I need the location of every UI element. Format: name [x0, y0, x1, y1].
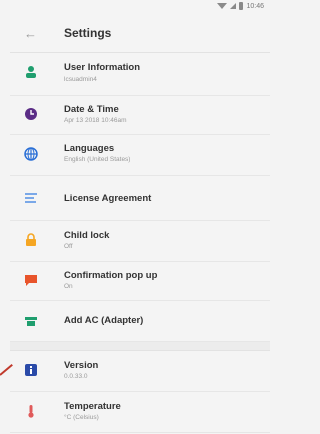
settings-item-confirmation-popup[interactable]: Confirmation pop up On — [10, 262, 270, 301]
settings-item-label: Temperature — [64, 401, 121, 412]
settings-item-value: lcsuadmin4 — [64, 76, 97, 83]
settings-item-languages[interactable]: Languages English (United States) — [10, 135, 270, 176]
settings-item-value: 0.0.33.0 — [64, 373, 88, 380]
section-divider — [10, 342, 270, 351]
clock-icon — [25, 108, 37, 120]
settings-item-label: Add AC (Adapter) — [64, 315, 144, 326]
page-title: Settings — [64, 26, 112, 40]
settings-item-user-information[interactable]: User Information lcsuadmin4 — [10, 53, 270, 96]
lock-icon — [26, 233, 36, 246]
settings-item-license-agreement[interactable]: License Agreement — [10, 176, 270, 221]
settings-item-value: °C (Celsius) — [64, 414, 99, 421]
settings-screen: 10:46 ← Settings User Information lcsuad… — [10, 0, 270, 434]
status-time: 10:46 — [246, 2, 264, 10]
adapter-icon — [25, 317, 37, 326]
person-icon — [26, 66, 36, 78]
info-icon — [25, 364, 37, 376]
settings-item-label: Child lock — [64, 230, 110, 241]
back-arrow-icon[interactable]: ← — [24, 26, 37, 41]
wifi-icon — [217, 3, 228, 9]
settings-item-value: English (United States) — [64, 156, 131, 163]
document-icon — [25, 193, 37, 203]
settings-item-add-ac[interactable]: Add AC (Adapter) — [10, 301, 270, 342]
settings-item-value: On — [64, 283, 73, 290]
globe-icon — [24, 147, 38, 161]
settings-item-label: Languages — [64, 143, 115, 154]
settings-list: User Information lcsuadmin4 Date & Time … — [10, 53, 270, 433]
settings-item-label: Date & Time — [64, 104, 119, 115]
status-bar: 10:46 — [10, 0, 270, 14]
settings-item-label: User Information — [64, 62, 141, 73]
settings-item-temperature[interactable]: Temperature °C (Celsius) — [10, 392, 270, 433]
signal-icon — [230, 3, 237, 9]
settings-item-label: Version — [64, 360, 99, 371]
settings-item-label: Confirmation pop up — [64, 270, 158, 281]
settings-item-label: License Agreement — [64, 193, 152, 204]
settings-item-child-lock[interactable]: Child lock Off — [10, 221, 270, 262]
settings-item-version[interactable]: Version 0.0.33.0 — [10, 351, 270, 392]
message-icon — [25, 275, 37, 286]
toolbar: ← Settings — [10, 14, 270, 53]
settings-item-date-time[interactable]: Date & Time Apr 13 2018 10:46am — [10, 96, 270, 135]
thermometer-icon — [28, 405, 34, 418]
battery-icon — [239, 2, 244, 10]
settings-item-value: Apr 13 2018 10:46am — [64, 117, 127, 124]
settings-item-value: Off — [64, 243, 73, 250]
status-icons: 10:46 — [217, 2, 264, 10]
